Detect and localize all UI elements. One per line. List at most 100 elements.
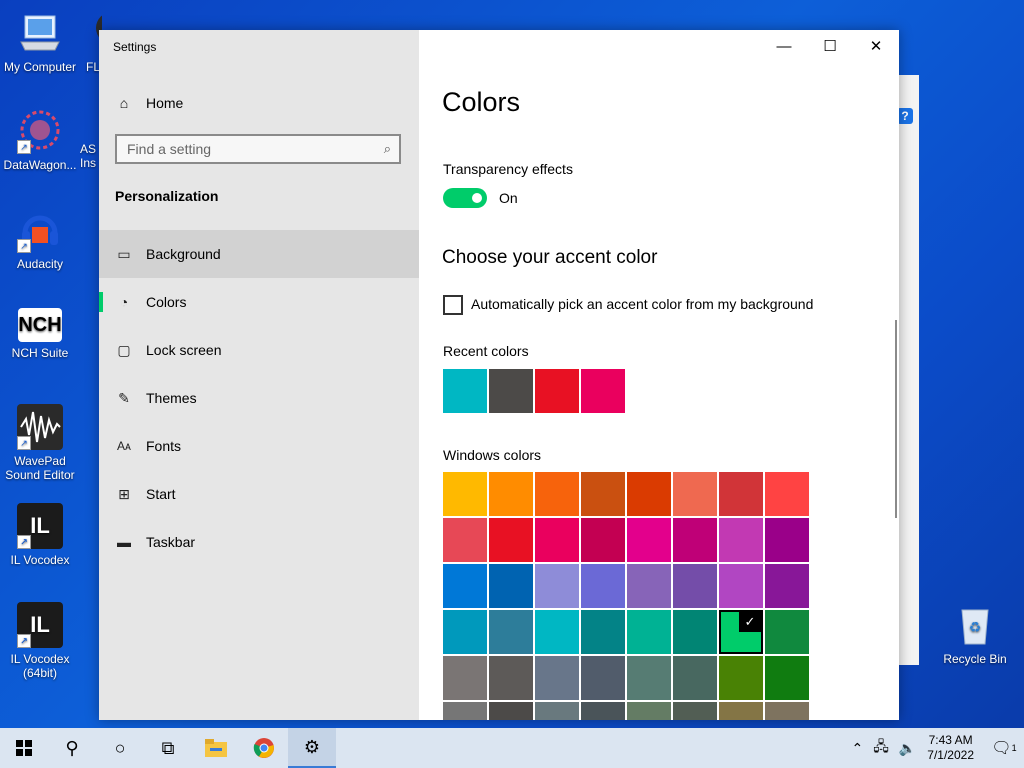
network-icon[interactable]: 🖧 (873, 736, 889, 760)
taskbar-icon: ▬ (117, 534, 131, 550)
notification-center-button[interactable]: 🗨 1 (984, 728, 1024, 768)
color-swatch[interactable] (627, 610, 671, 654)
color-swatch[interactable] (627, 518, 671, 562)
desktop-icon-datawagon[interactable]: ↗ DataWagon... (0, 108, 80, 172)
color-swatch[interactable] (719, 656, 763, 700)
auto-pick-label[interactable]: Automatically pick an accent color from … (471, 296, 813, 312)
color-swatch[interactable]: ✓ (719, 610, 763, 654)
color-swatch[interactable] (535, 472, 579, 516)
color-swatch[interactable] (489, 518, 533, 562)
maximize-button[interactable]: ☐ (807, 30, 853, 62)
color-swatch[interactable] (535, 610, 579, 654)
system-tray: ⌃ 🖧 🔈 7:43 AM 7/1/2022 🗨 1 (846, 728, 1024, 768)
content-scrollbar[interactable] (895, 320, 897, 518)
desktop-icon-as[interactable]: AS Ins (80, 142, 100, 170)
color-swatch[interactable] (443, 472, 487, 516)
color-swatch[interactable] (489, 564, 533, 608)
color-swatch[interactable] (581, 564, 625, 608)
file-explorer-button[interactable] (192, 728, 240, 768)
search-button[interactable]: ⚲ (48, 728, 96, 768)
shortcut-arrow-icon: ↗ (17, 436, 31, 450)
color-swatch[interactable] (673, 518, 717, 562)
color-swatch[interactable] (581, 610, 625, 654)
color-swatch[interactable] (673, 702, 717, 720)
start-button[interactable] (0, 728, 48, 768)
color-swatch[interactable] (581, 472, 625, 516)
help-icon[interactable]: ? (897, 108, 913, 124)
search-input[interactable] (117, 136, 367, 162)
color-swatch[interactable] (535, 564, 579, 608)
chevron-up-icon[interactable]: ⌃ (851, 740, 863, 757)
color-swatch[interactable] (489, 702, 533, 720)
color-swatch[interactable] (719, 702, 763, 720)
transparency-toggle[interactable] (443, 188, 487, 208)
section-title: Personalization (115, 188, 219, 204)
color-swatch[interactable] (627, 472, 671, 516)
color-swatch[interactable] (719, 472, 763, 516)
color-swatch[interactable] (443, 518, 487, 562)
color-swatch[interactable] (581, 518, 625, 562)
color-swatch[interactable] (765, 518, 809, 562)
color-swatch[interactable] (673, 472, 717, 516)
close-button[interactable]: ✕ (853, 30, 899, 62)
task-view-button[interactable]: ⧉ (144, 728, 192, 768)
color-swatch[interactable] (719, 564, 763, 608)
il-vocodex-icon: IL ↗ (17, 503, 63, 549)
color-swatch[interactable] (581, 702, 625, 720)
nav-item-lock-screen[interactable]: ▢ Lock screen (99, 326, 419, 374)
nav-item-themes[interactable]: ✎ Themes (99, 374, 419, 422)
color-swatch[interactable] (765, 472, 809, 516)
color-swatch[interactable] (535, 656, 579, 700)
color-swatch[interactable] (673, 610, 717, 654)
color-swatch[interactable] (765, 702, 809, 720)
color-swatch[interactable] (627, 702, 671, 720)
color-swatch[interactable] (673, 564, 717, 608)
settings-taskbar-button[interactable]: ⚙ (288, 728, 336, 768)
desktop-icon-nch-suite[interactable]: NCH NCH Suite (0, 308, 80, 360)
color-swatch[interactable] (489, 610, 533, 654)
desktop-icon-my-computer[interactable]: My Computer (0, 10, 80, 74)
color-swatch[interactable] (443, 610, 487, 654)
recent-color-swatch[interactable] (581, 369, 625, 413)
nav-item-fonts[interactable]: Aᴀ Fonts (99, 422, 419, 470)
color-swatch[interactable] (489, 656, 533, 700)
desktop-icon-il-vocodex[interactable]: IL ↗ IL Vocodex (0, 503, 80, 567)
minimize-button[interactable]: — (761, 30, 807, 62)
color-swatch[interactable] (627, 656, 671, 700)
recent-color-swatch[interactable] (535, 369, 579, 413)
color-swatch[interactable] (443, 702, 487, 720)
search-box[interactable]: ⌕ (115, 134, 401, 164)
color-swatch[interactable] (719, 518, 763, 562)
chrome-button[interactable] (240, 728, 288, 768)
desktop-icon-audacity[interactable]: ↗ Audacity (0, 207, 80, 271)
recent-color-swatch[interactable] (443, 369, 487, 413)
color-swatch[interactable] (443, 656, 487, 700)
auto-pick-checkbox[interactable] (443, 295, 463, 315)
color-swatch[interactable] (581, 656, 625, 700)
desktop-icon-il-vocodex-64[interactable]: IL ↗ IL Vocodex (64bit) (0, 602, 80, 680)
clock[interactable]: 7:43 AM 7/1/2022 (927, 733, 974, 763)
nav-item-background[interactable]: ▭ Background (99, 230, 419, 278)
nav-home[interactable]: ⌂ Home (99, 90, 419, 116)
desktop-icon-wavepad[interactable]: ↗ WavePad Sound Editor (0, 404, 80, 482)
cortana-button[interactable]: ○ (96, 728, 144, 768)
desktop-icon-label: Audacity (16, 257, 64, 271)
color-swatch[interactable] (765, 564, 809, 608)
desktop-icon-label: IL Vocodex (10, 553, 70, 567)
desktop-icon-recycle-bin[interactable]: ♻ Recycle Bin (935, 602, 1015, 666)
color-swatch[interactable] (535, 518, 579, 562)
nch-logo-icon: NCH (18, 308, 62, 342)
volume-icon[interactable]: 🔈 (899, 740, 916, 757)
color-swatch[interactable] (489, 472, 533, 516)
color-swatch[interactable] (535, 702, 579, 720)
nav-item-start[interactable]: ⊞ Start (99, 470, 419, 518)
nav-item-taskbar[interactable]: ▬ Taskbar (99, 518, 419, 566)
nav-item-colors[interactable]: ◔ Colors (99, 278, 419, 326)
color-swatch[interactable] (765, 656, 809, 700)
nav-item-label: Fonts (146, 438, 182, 454)
color-swatch[interactable] (443, 564, 487, 608)
color-swatch[interactable] (765, 610, 809, 654)
color-swatch[interactable] (627, 564, 671, 608)
recent-color-swatch[interactable] (489, 369, 533, 413)
color-swatch[interactable] (673, 656, 717, 700)
